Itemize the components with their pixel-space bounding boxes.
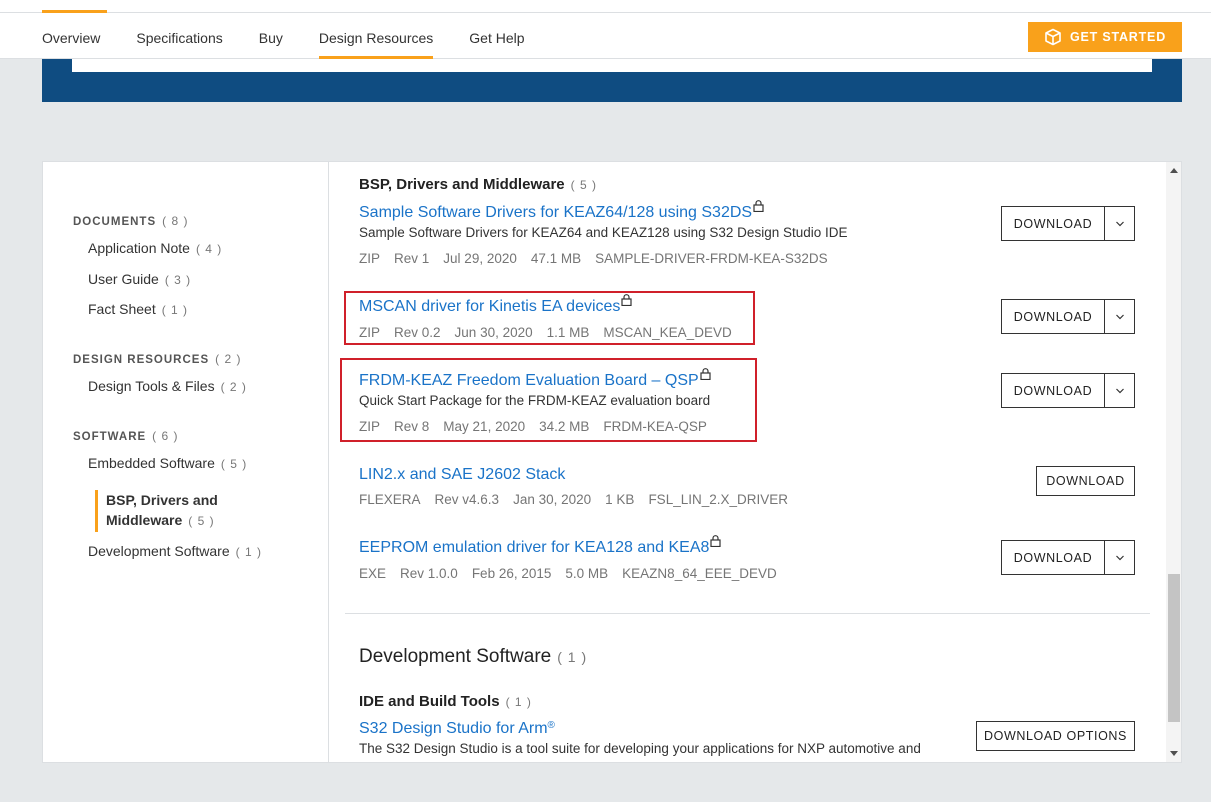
ide-build-tools-title: IDE and Build Tools( 1 ) xyxy=(359,693,532,710)
sidebar-item-user-guide[interactable]: User Guide( 3 ) xyxy=(88,271,191,287)
chevron-down-icon xyxy=(1115,314,1124,319)
download-dropdown-toggle[interactable] xyxy=(1104,300,1134,333)
get-started-button[interactable]: GET STARTED xyxy=(1028,22,1182,52)
download-options-button[interactable]: DOWNLOAD OPTIONS xyxy=(976,721,1135,751)
sidebar-item-bsp-active[interactable]: BSP, Drivers and Middleware ( 5 ) xyxy=(95,490,255,532)
lock-icon xyxy=(621,294,633,306)
resource-meta-sample-drivers: ZIP Rev 1 Jul 29, 2020 47.1 MB SAMPLE-DRIVER… xyxy=(359,251,828,266)
sidebar-item-embedded-software[interactable]: Embedded Software( 5 ) xyxy=(88,455,247,471)
download-split-button-eeprom-driver: DOWNLOAD xyxy=(1001,540,1135,575)
sidebar-item-development-software[interactable]: Development Software( 1 ) xyxy=(88,543,262,559)
resource-link-mscan-driver[interactable]: MSCAN driver for Kinetis EA devices xyxy=(359,294,633,316)
download-split-button-mscan-driver: DOWNLOAD xyxy=(1001,299,1135,334)
sidebar-item-fact-sheet[interactable]: Fact Sheet( 1 ) xyxy=(88,301,188,317)
chevron-down-icon xyxy=(1115,388,1124,393)
sidebar-design-resources-heading[interactable]: DESIGN RESOURCES( 2 ) xyxy=(73,352,241,366)
bsp-section-title: BSP, Drivers and Middleware( 5 ) xyxy=(359,176,597,193)
download-button[interactable]: DOWNLOAD xyxy=(1002,384,1104,398)
resource-link-sample-drivers[interactable]: Sample Software Drivers for KEAZ64/128 u… xyxy=(359,200,764,222)
download-dropdown-toggle[interactable] xyxy=(1104,541,1134,574)
tab-specifications[interactable]: Specifications xyxy=(136,13,222,59)
resource-filter-sidebar: DOCUMENTS( 8 ) Application Note( 4 ) Use… xyxy=(43,162,329,762)
tab-get-help[interactable]: Get Help xyxy=(469,13,524,59)
resource-meta-mscan-driver: ZIP Rev 0.2 Jun 30, 2020 1.1 MB MSCAN_KEA_DE… xyxy=(359,325,732,340)
hero-band xyxy=(42,59,1182,102)
download-button[interactable]: DOWNLOAD xyxy=(1002,310,1104,324)
section-divider xyxy=(345,613,1150,614)
sidebar-bsp-count: ( 5 ) xyxy=(188,514,215,528)
sidebar-item-design-tools[interactable]: Design Tools & Files( 2 ) xyxy=(88,378,247,394)
resource-link-s32-design-studio[interactable]: S32 Design Studio for Arm® xyxy=(359,720,555,738)
scrollbar-thumb[interactable] xyxy=(1168,574,1180,722)
download-button-lin-stack[interactable]: DOWNLOAD xyxy=(1036,466,1135,496)
sidebar-item-application-note[interactable]: Application Note( 4 ) xyxy=(88,240,222,256)
resource-meta-frdm-keaz-qsp: ZIP Rev 8 May 21, 2020 34.2 MB FRDM-KEA-QSP xyxy=(359,419,707,434)
scrollbar[interactable] xyxy=(1166,162,1181,762)
sidebar-software-heading[interactable]: SOFTWARE( 6 ) xyxy=(73,429,179,443)
download-dropdown-toggle[interactable] xyxy=(1104,374,1134,407)
nav-tabs: Overview Specifications Buy Design Resou… xyxy=(42,13,561,59)
download-split-button-sample-drivers: DOWNLOAD xyxy=(1001,206,1135,241)
resource-link-eeprom-driver[interactable]: EEPROM emulation driver for KEA128 and K… xyxy=(359,535,721,557)
resource-link-lin-stack[interactable]: LIN2.x and SAE J2602 Stack xyxy=(359,466,565,484)
download-button[interactable]: DOWNLOAD xyxy=(1002,551,1104,565)
sidebar-documents-heading[interactable]: DOCUMENTS( 8 ) xyxy=(73,214,188,228)
download-dropdown-toggle[interactable] xyxy=(1104,207,1134,240)
scroll-up-arrow-icon[interactable] xyxy=(1170,168,1178,173)
tab-buy[interactable]: Buy xyxy=(259,13,283,59)
chevron-down-icon xyxy=(1115,555,1124,560)
resource-list: BSP, Drivers and Middleware( 5 ) Sample … xyxy=(330,162,1166,762)
scroll-down-arrow-icon[interactable] xyxy=(1170,751,1178,756)
lock-icon xyxy=(710,535,721,547)
cube-icon xyxy=(1045,28,1061,46)
resource-meta-eeprom-driver: EXE Rev 1.0.0 Feb 26, 2015 5.0 MB KEAZN8_64_… xyxy=(359,566,777,581)
download-split-button-frdm-keaz-qsp: DOWNLOAD xyxy=(1001,373,1135,408)
download-button[interactable]: DOWNLOAD xyxy=(1002,217,1104,231)
resource-desc-s32-design-studio: The S32 Design Studio is a tool suite fo… xyxy=(359,741,921,756)
lock-icon xyxy=(753,200,764,212)
tab-overview[interactable]: Overview xyxy=(42,13,100,59)
tab-design-resources[interactable]: Design Resources xyxy=(318,13,434,59)
hero-card-bottom xyxy=(72,59,1152,72)
sidebar-bsp-label-line2: Middleware xyxy=(106,512,183,528)
top-navigation: Overview Specifications Buy Design Resou… xyxy=(0,0,1211,59)
get-started-label: GET STARTED xyxy=(1069,30,1167,44)
resource-desc-sample-drivers: Sample Software Drivers for KEAZ64 and K… xyxy=(359,225,848,240)
resource-link-frdm-keaz-qsp[interactable]: FRDM-KEAZ Freedom Evaluation Board – QSP xyxy=(359,368,711,390)
resource-meta-lin-stack: FLEXERA Rev v4.6.3 Jan 30, 2020 1 KB FSL_LIN… xyxy=(359,492,788,507)
development-software-title: Development Software( 1 ) xyxy=(359,646,588,667)
resource-desc-frdm-keaz-qsp: Quick Start Package for the FRDM-KEAZ ev… xyxy=(359,393,711,408)
sidebar-bsp-label-line1: BSP, Drivers and xyxy=(106,492,218,508)
lock-icon xyxy=(700,368,711,380)
chevron-down-icon xyxy=(1115,221,1124,226)
design-resources-panel: DOCUMENTS( 8 ) Application Note( 4 ) Use… xyxy=(42,161,1182,763)
